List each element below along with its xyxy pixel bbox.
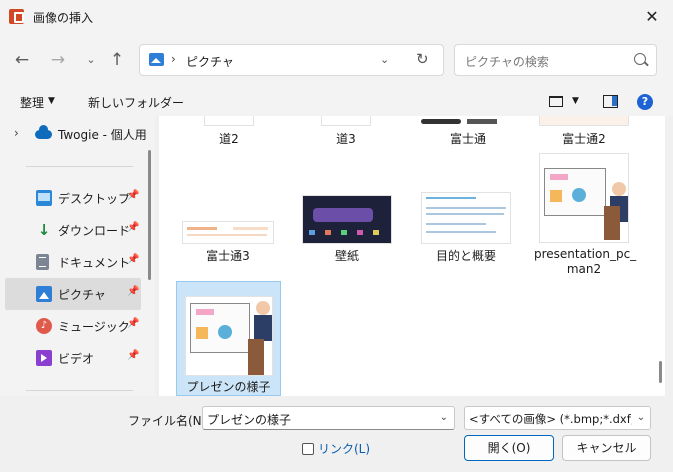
chevron-down-icon[interactable]: ⌄ <box>440 412 448 423</box>
pin-icon: 📌 <box>127 254 140 265</box>
file-thumbnail[interactable] <box>421 116 515 126</box>
recent-locations-button[interactable]: ⌄ <box>78 47 104 73</box>
view-mode-icon[interactable] <box>549 96 563 107</box>
sidebar-item-label: Twogie - 個人用 <box>58 128 147 142</box>
file-name[interactable]: 道2 <box>199 130 259 147</box>
breadcrumb-pictures[interactable]: ピクチャ <box>186 53 234 70</box>
file-list: 道2 道3 富士通 富士通2 富士通3 壁紙 目的と概要 presentatio… <box>159 116 665 396</box>
open-button[interactable]: 開く(O) <box>464 435 554 461</box>
title-bar: 画像の挿入 ✕ <box>0 0 673 34</box>
sidebar-item-onedrive[interactable]: › Twogie - 個人用 <box>0 116 147 152</box>
file-name[interactable]: プレゼンの様子 <box>176 378 281 395</box>
filename-label: ファイル名(N): <box>128 414 211 428</box>
file-name[interactable]: 壁紙 <box>302 247 392 264</box>
file-name[interactable]: 目的と概要 <box>421 247 511 264</box>
file-thumbnail[interactable] <box>421 192 511 244</box>
file-name[interactable]: 富士通2 <box>539 130 629 147</box>
desktop-icon <box>36 190 52 206</box>
file-thumbnail[interactable] <box>539 116 629 126</box>
file-thumbnail[interactable] <box>185 296 273 376</box>
file-thumbnail[interactable] <box>539 153 629 243</box>
navigation-pane: › Twogie - 個人用 デスクトップ 📌 ↓ ダウンロード 📌 ドキュメン… <box>0 116 155 396</box>
sidebar-item-music[interactable]: ♪ ミュージック 📌 <box>5 310 141 342</box>
file-name[interactable]: 道3 <box>316 130 376 147</box>
sidebar-item-label: ピクチャ <box>58 288 106 302</box>
search-input[interactable]: ピクチャの検索 <box>454 44 657 76</box>
breadcrumb-separator[interactable]: › <box>171 52 176 66</box>
organize-caret-icon[interactable]: ▼ <box>48 96 55 106</box>
filename-input[interactable]: プレゼンの様子 ⌄ <box>202 406 455 430</box>
file-name[interactable]: presentation_pc_ man2 <box>534 247 636 277</box>
sidebar-divider <box>26 166 133 167</box>
download-icon: ↓ <box>37 221 51 239</box>
powerpoint-app-icon <box>9 9 24 24</box>
new-folder-button[interactable]: 新しいフォルダー <box>88 94 184 111</box>
filename-value[interactable]: プレゼンの様子 <box>207 411 291 428</box>
pictures-icon <box>36 286 52 302</box>
onedrive-cloud-icon <box>35 125 52 139</box>
sidebar-item-videos[interactable]: ビデオ 📌 <box>5 342 141 374</box>
organize-button[interactable]: 整理 <box>20 94 44 111</box>
preview-pane-icon[interactable] <box>603 95 618 108</box>
file-thumbnail[interactable] <box>204 116 254 126</box>
view-mode-caret-icon[interactable]: ▼ <box>572 96 579 106</box>
sidebar-item-label: ダウンロード <box>58 224 131 238</box>
pin-icon: 📌 <box>127 318 140 329</box>
up-button[interactable]: ↑ <box>104 47 130 73</box>
search-placeholder: ピクチャの検索 <box>465 55 549 69</box>
chevron-down-icon[interactable]: ⌄ <box>632 407 650 429</box>
file-type-value[interactable]: <すべての画像> (*.bmp;*.dxf;*.e <box>469 411 650 427</box>
pictures-folder-icon <box>149 53 164 66</box>
pin-icon: 📌 <box>127 190 140 201</box>
sidebar-item-label: ミュージック <box>58 320 130 334</box>
address-dropdown-icon[interactable]: ⌄ <box>380 53 389 66</box>
sidebar-item-desktop[interactable]: デスクトップ 📌 <box>5 182 141 214</box>
search-icon <box>634 53 646 65</box>
file-name[interactable]: 富士通3 <box>183 247 273 264</box>
file-thumbnail[interactable] <box>302 195 392 244</box>
refresh-icon[interactable]: ↻ <box>416 50 429 68</box>
back-button[interactable]: ← <box>9 47 35 73</box>
navigation-bar: ← → ⌄ ↑ › ピクチャ ⌄ ↻ ピクチャの検索 <box>0 34 673 86</box>
file-type-select[interactable]: <すべての画像> (*.bmp;*.dxf;*.e ⌄ <box>464 406 651 430</box>
sidebar-scrollbar[interactable] <box>148 150 151 280</box>
link-checkbox-label[interactable]: リンク(L) <box>318 440 370 457</box>
sidebar-divider <box>26 390 133 391</box>
pin-icon: 📌 <box>127 286 140 297</box>
sidebar-item-documents[interactable]: ドキュメント 📌 <box>5 246 141 278</box>
file-list-scrollbar[interactable] <box>659 361 662 383</box>
documents-icon <box>36 254 49 270</box>
sidebar-item-label: ビデオ <box>58 352 95 366</box>
expand-chevron-icon[interactable]: › <box>14 126 19 140</box>
close-button[interactable]: ✕ <box>639 5 665 29</box>
video-icon <box>36 350 52 366</box>
sidebar-item-label: ドキュメント <box>58 256 131 270</box>
address-bar[interactable]: › ピクチャ ⌄ ↻ <box>139 44 444 76</box>
forward-button[interactable]: → <box>45 47 71 73</box>
sidebar-item-pictures[interactable]: ピクチャ 📌 <box>5 278 141 310</box>
cancel-button[interactable]: キャンセル <box>562 435 651 461</box>
pin-icon: 📌 <box>127 350 140 361</box>
window-title: 画像の挿入 <box>33 11 94 25</box>
file-thumbnail[interactable] <box>182 221 274 244</box>
file-name[interactable]: 富士通 <box>423 130 513 147</box>
file-thumbnail[interactable] <box>321 116 371 126</box>
music-icon: ♪ <box>36 318 52 334</box>
link-checkbox[interactable] <box>302 443 314 455</box>
command-bar: 整理 ▼ 新しいフォルダー ▼ ? <box>0 86 673 116</box>
dialog-footer: ファイル名(N): プレゼンの様子 ⌄ <すべての画像> (*.bmp;*.dx… <box>0 396 673 472</box>
sidebar-item-downloads[interactable]: ↓ ダウンロード 📌 <box>5 214 141 246</box>
sidebar-item-label: デスクトップ <box>58 192 131 206</box>
help-icon[interactable]: ? <box>637 94 653 110</box>
pin-icon: 📌 <box>127 222 140 233</box>
